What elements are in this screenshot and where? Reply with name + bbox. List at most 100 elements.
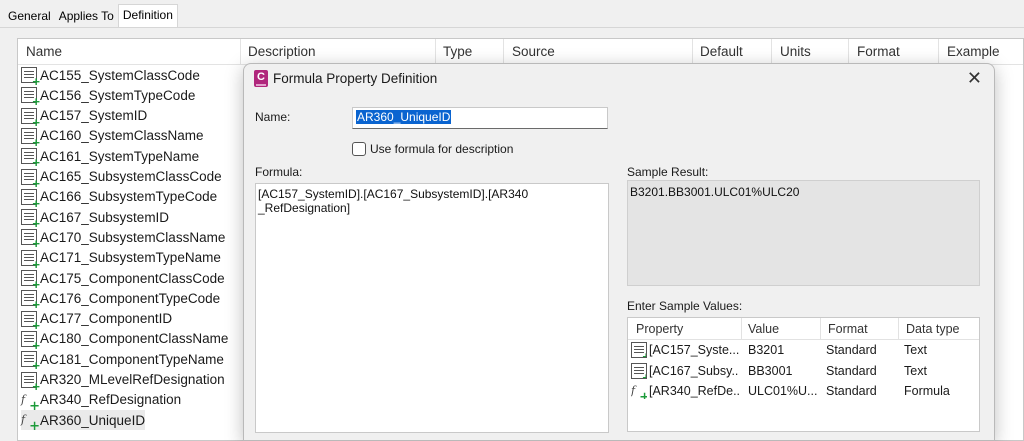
checkbox-label[interactable]: Use formula for description xyxy=(370,142,513,156)
close-icon[interactable]: ✕ xyxy=(967,68,982,88)
formula-icon: f xyxy=(21,412,40,433)
list-header: Name Description Type Source Default Uni… xyxy=(18,39,1023,65)
sample-result-label: Sample Result: xyxy=(627,165,709,179)
list-item[interactable]: AC171_SubsystemTypeName xyxy=(21,248,221,271)
formula-property-dialog: C Formula Property Definition ✕ Name: AR… xyxy=(243,63,995,441)
list-item[interactable]: AR320_MLevelRefDesignation xyxy=(21,370,225,393)
column-units[interactable]: Units xyxy=(780,44,811,59)
sample-cell-data-type: Formula xyxy=(904,384,950,398)
sample-cell-format: Standard xyxy=(826,363,877,378)
column-type[interactable]: Type xyxy=(443,44,472,59)
list-item[interactable]: AC165_SubsystemClassCode xyxy=(21,167,222,190)
column-default[interactable]: Default xyxy=(700,44,743,59)
column-example[interactable]: Example xyxy=(947,44,1000,59)
column-description[interactable]: Description xyxy=(248,44,316,59)
sample-cell-data-type: Text xyxy=(904,363,927,378)
tab-definition[interactable]: Definition xyxy=(117,4,178,28)
formula-icon: f xyxy=(21,392,40,413)
list-item[interactable]: AC155_SystemClassCode xyxy=(21,65,200,88)
list-item-name: AC171_SubsystemTypeName xyxy=(40,250,221,266)
sample-result-box: B3201.BB3001.ULC01%ULC20 xyxy=(627,180,980,286)
column-name[interactable]: Name xyxy=(26,44,62,59)
list-item-name: AC181_ComponentTypeName xyxy=(40,351,224,367)
sample-row[interactable]: [AC167_Subsy... BB3001 Standard Text xyxy=(628,361,979,381)
list-item-name: AC166_SubsystemTypeCode xyxy=(40,189,218,205)
list-item-name: AC177_ComponentID xyxy=(40,311,173,327)
column-source[interactable]: Source xyxy=(512,44,555,59)
list-item[interactable]: AC177_ComponentID xyxy=(21,309,173,332)
sample-cell-value[interactable]: ULC01%U... xyxy=(748,384,818,398)
tab-general[interactable]: General xyxy=(4,4,55,28)
list-item-name: AC155_SystemClassCode xyxy=(40,67,200,83)
name-input-value: AR360_UniqueID xyxy=(356,110,452,124)
list-item[interactable]: fAR340_RefDesignation xyxy=(21,390,181,413)
tab-divider xyxy=(0,27,1024,28)
list-item-name: AC160_SystemClassName xyxy=(40,128,204,144)
sample-values-grid[interactable]: Property Value Format Data type [AC157_S… xyxy=(627,317,980,432)
property-icon xyxy=(21,87,40,108)
list-item[interactable]: AC181_ComponentTypeName xyxy=(21,349,224,372)
property-icon xyxy=(21,330,40,352)
sample-cell-format: Standard xyxy=(826,384,877,398)
property-icon xyxy=(21,351,40,372)
app-icon: C xyxy=(254,70,268,87)
property-icon xyxy=(631,342,647,358)
list-item-name: AR360_UniqueID xyxy=(40,412,146,428)
tab-applies-to[interactable]: Applies To xyxy=(55,4,118,28)
list-item[interactable]: AC180_ComponentClassName xyxy=(21,329,229,352)
sample-cell-value[interactable]: BB3001 xyxy=(748,364,818,378)
formula-label: Formula: xyxy=(255,165,303,179)
list-item[interactable]: AC175_ComponentClassCode xyxy=(21,268,225,291)
list-item[interactable]: AC166_SubsystemTypeCode xyxy=(21,187,218,210)
list-item[interactable]: AC160_SystemClassName xyxy=(21,126,204,149)
list-item-name: AC180_ComponentClassName xyxy=(40,331,229,347)
list-item[interactable]: AC157_SystemID xyxy=(21,106,148,129)
property-icon xyxy=(21,249,40,271)
list-item-name: AC165_SubsystemClassCode xyxy=(40,169,222,184)
list-item[interactable]: AC176_ComponentTypeCode xyxy=(21,288,221,311)
sample-cell-data-type: Text xyxy=(904,343,927,357)
property-icon xyxy=(21,371,40,393)
sample-grid-header: Property Value Format Data type xyxy=(628,318,979,340)
property-icon xyxy=(21,290,40,311)
grid-column-data-type[interactable]: Data type xyxy=(906,322,960,336)
sample-cell-property: [AR340_RefDe... xyxy=(649,384,739,398)
list-item-name: AR320_MLevelRefDesignation xyxy=(40,372,225,387)
grid-column-value[interactable]: Value xyxy=(748,322,779,336)
list-item-name: AC170_SubsystemClassName xyxy=(40,229,226,245)
sample-row[interactable]: f[AR340_RefDe... ULC01%U... Standard Formul… xyxy=(628,381,979,401)
property-icon xyxy=(21,310,40,332)
list-item-name: AC176_ComponentTypeCode xyxy=(40,290,221,306)
sample-cell-property: [AC167_Subsy... xyxy=(649,363,739,378)
property-icon xyxy=(21,127,40,149)
formula-textarea[interactable]: [AC157_SystemID].[AC167_SubsystemID].[AR… xyxy=(255,183,609,433)
list-item-name: AC175_ComponentClassCode xyxy=(40,270,225,286)
list-item-name: AC157_SystemID xyxy=(40,108,148,124)
use-formula-description-checkbox[interactable] xyxy=(352,142,366,156)
sample-row[interactable]: [AC157_Syste... B3201 Standard Text xyxy=(628,340,979,360)
grid-column-format[interactable]: Format xyxy=(828,322,868,336)
column-format[interactable]: Format xyxy=(857,44,900,59)
list-item-name: AC156_SystemTypeCode xyxy=(40,87,196,103)
list-item[interactable]: AC161_SystemTypeName xyxy=(21,146,199,169)
list-item[interactable]: AC170_SubsystemClassName xyxy=(21,227,226,250)
property-icon xyxy=(21,270,40,291)
name-input[interactable]: AR360_UniqueID xyxy=(352,107,608,129)
tab-strip: General Applies To Definition xyxy=(4,4,178,28)
list-item[interactable]: fAR360_UniqueID xyxy=(21,410,146,433)
property-icon xyxy=(21,188,40,210)
name-label: Name: xyxy=(255,110,291,124)
list-item[interactable]: AC156_SystemTypeCode xyxy=(21,85,196,108)
property-icon xyxy=(21,67,40,88)
property-icon xyxy=(21,229,40,250)
grid-column-property[interactable]: Property xyxy=(636,322,683,336)
property-icon xyxy=(21,107,40,129)
list-item[interactable]: AC167_SubsystemID xyxy=(21,207,169,230)
sample-cell-format: Standard xyxy=(826,343,877,357)
dialog-titlebar[interactable]: C Formula Property Definition ✕ xyxy=(244,64,994,94)
property-icon xyxy=(21,209,40,230)
property-icon xyxy=(631,362,647,379)
sample-cell-value[interactable]: B3201 xyxy=(748,343,818,357)
sample-cell-property: [AC157_Syste... xyxy=(649,343,739,357)
sample-values-label: Enter Sample Values: xyxy=(627,299,743,313)
